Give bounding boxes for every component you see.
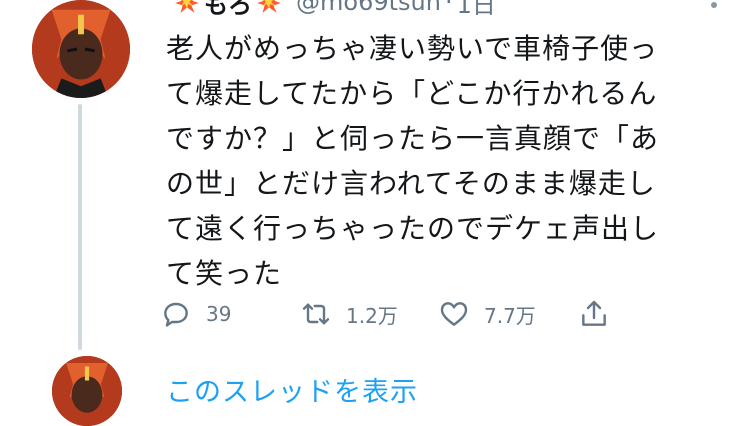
retweet-icon	[302, 303, 330, 325]
separator: ·	[444, 0, 453, 16]
avatar-image	[52, 356, 122, 426]
like-icon	[440, 302, 468, 326]
action-bar: 39 1.2万 7.7万	[160, 294, 620, 334]
share-icon	[582, 300, 606, 326]
thread-line	[78, 104, 82, 350]
avatar[interactable]	[32, 0, 130, 98]
collision-icon	[175, 0, 199, 13]
display-name[interactable]: もろ	[204, 0, 252, 20]
tweet-text: 老人がめっちゃ凄い勢いで車椅子使っ て爆走してたから「どこか行かれるん ですか？…	[166, 32, 660, 290]
show-thread-link[interactable]: このスレッドを表示	[166, 370, 418, 409]
retweet-count: 1.2万	[346, 303, 398, 328]
more-icon[interactable]	[711, 2, 717, 8]
reply-button[interactable]: 39	[160, 294, 231, 334]
retweet-button[interactable]: 1.2万	[300, 294, 398, 334]
avatar-image	[32, 0, 130, 98]
avatar[interactable]	[52, 356, 122, 426]
like-count: 7.7万	[484, 303, 536, 328]
timestamp[interactable]: 1日	[457, 0, 496, 20]
like-button[interactable]: 7.7万	[438, 294, 536, 334]
tweet-header: もろ @mo69tsun · 1日	[170, 0, 496, 20]
reply-count: 39	[206, 302, 232, 326]
collision-icon	[257, 0, 281, 13]
reply-icon	[164, 302, 188, 327]
user-handle[interactable]: @mo69tsun	[296, 0, 441, 16]
share-button[interactable]	[578, 294, 610, 334]
